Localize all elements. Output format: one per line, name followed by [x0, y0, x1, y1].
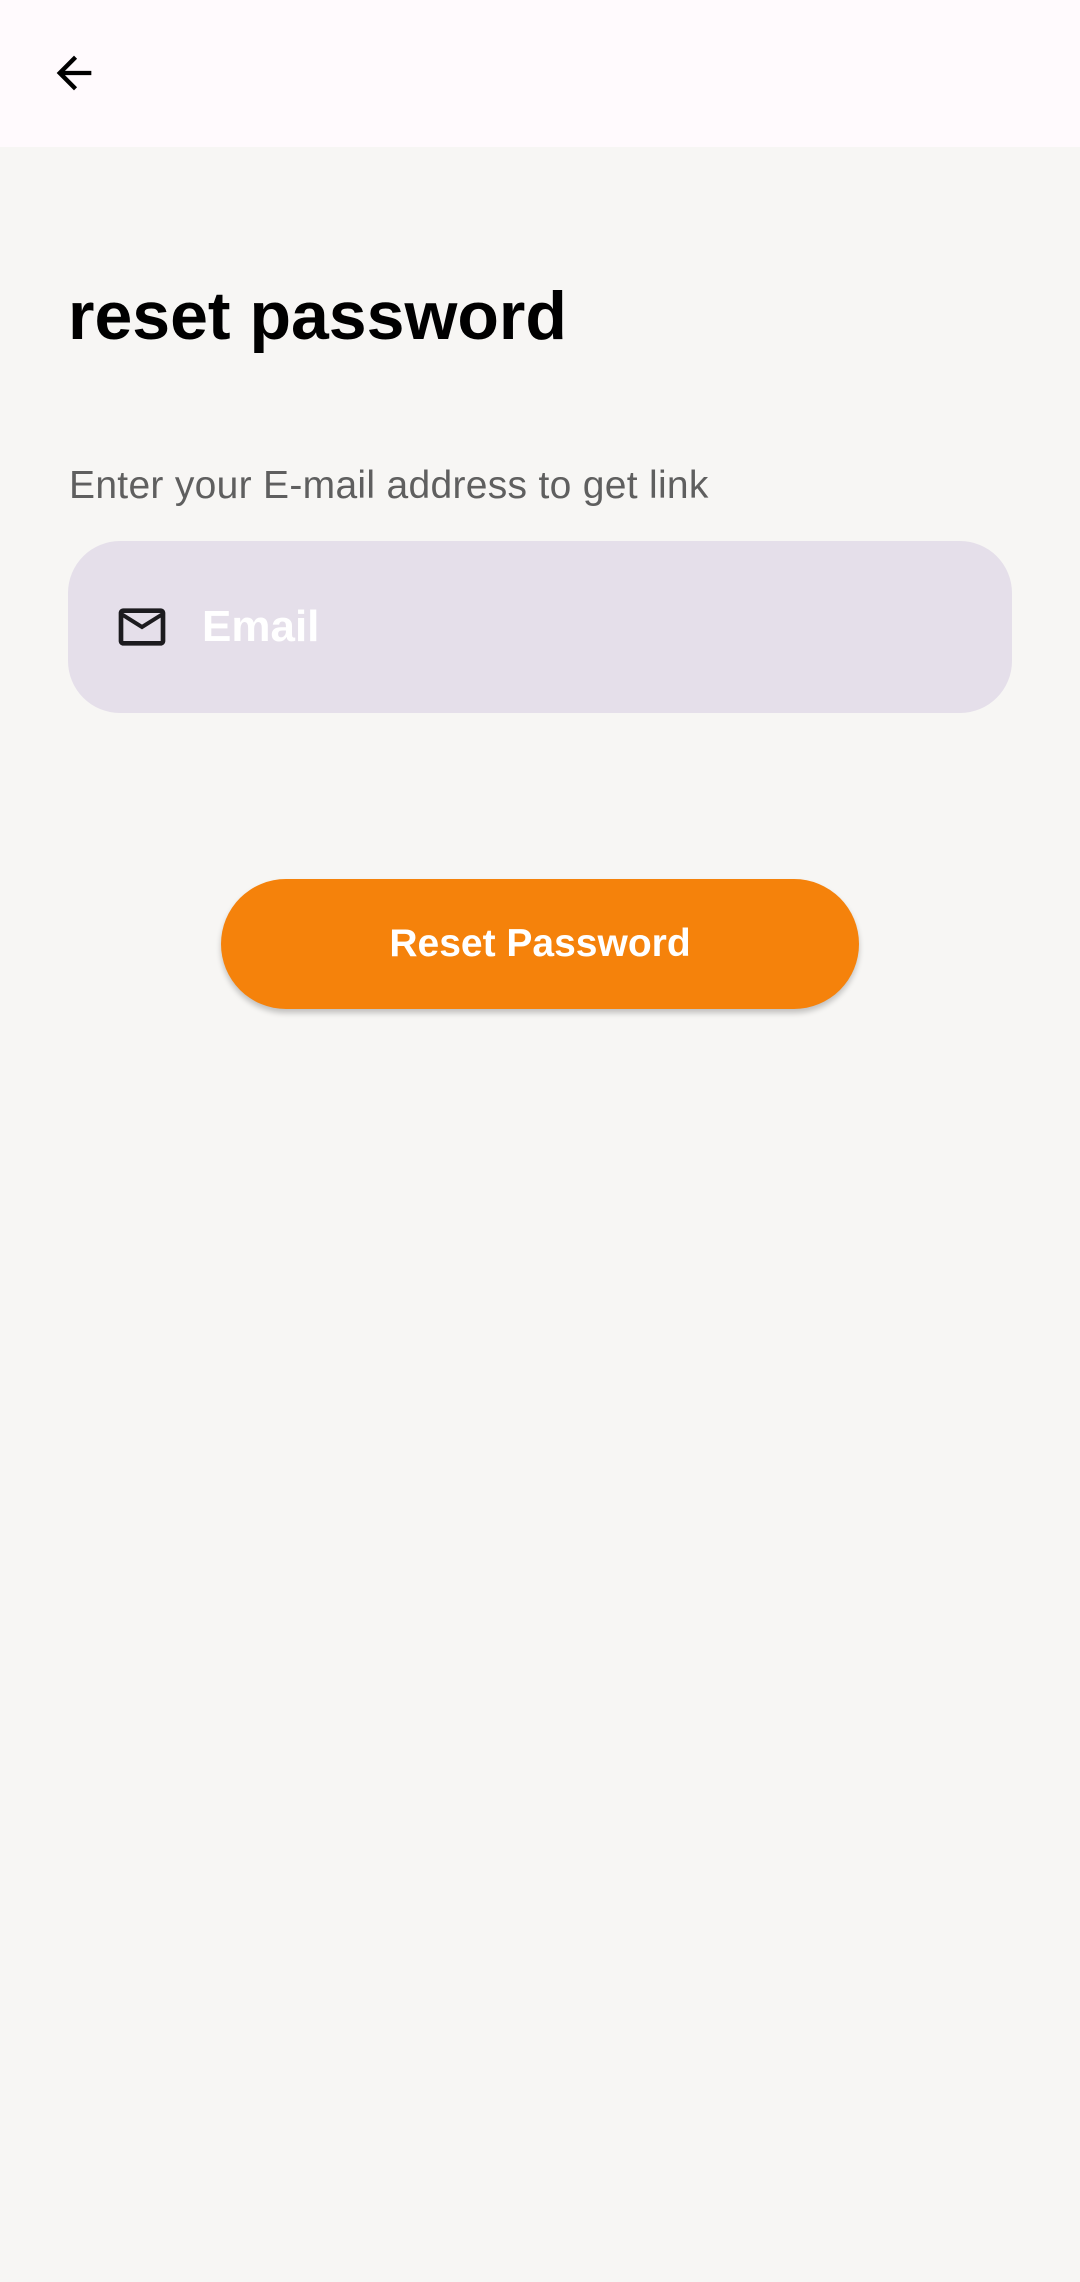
instruction-text: Enter your E-mail address to get link [69, 464, 709, 507]
page-title: reset password [68, 278, 567, 354]
reset-password-button-label: Reset Password [389, 922, 691, 965]
email-field[interactable] [68, 541, 1012, 713]
mail-icon [114, 599, 170, 655]
reset-password-button[interactable]: Reset Password [221, 879, 859, 1009]
email-input[interactable] [194, 585, 990, 669]
arrow-left-icon [56, 55, 92, 91]
app-bar [0, 0, 1080, 147]
back-button[interactable] [38, 37, 110, 109]
